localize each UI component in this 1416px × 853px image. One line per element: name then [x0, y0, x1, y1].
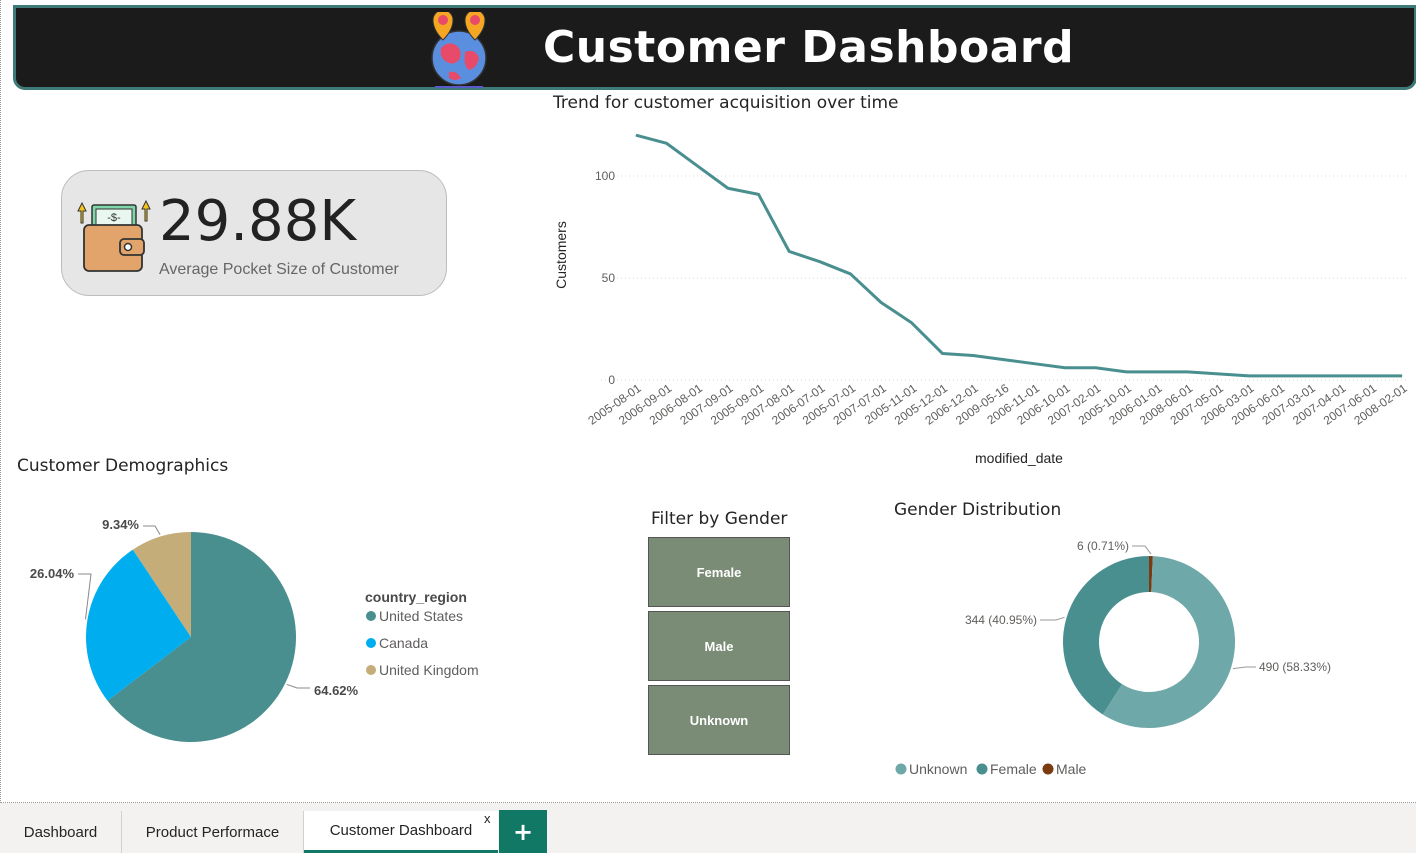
tab-customer-dashboard[interactable]: Customer Dashboard	[304, 811, 498, 853]
line-chart-svg: 0501002005-08-012006-09-012006-08-012007…	[553, 133, 1410, 466]
globe-location-pins-icon	[431, 12, 487, 88]
slicer-option-unknown[interactable]: Unknown	[648, 685, 790, 755]
legend-marker	[895, 763, 907, 775]
page-tab-bar: Dashboard Product Performace Customer Da…	[0, 803, 1416, 853]
add-page-button[interactable]: +	[499, 810, 547, 853]
pie-chart-visual[interactable]: 64.62% 26.04% 9.34% country_region United St…	[1, 490, 541, 760]
data-point	[1156, 371, 1158, 373]
series-line	[635, 133, 1402, 378]
kpi-label: Average Pocket Size of Customer	[159, 261, 399, 278]
legend-label: Unknown	[909, 761, 967, 777]
legend-marker	[366, 611, 376, 621]
data-point	[1340, 375, 1342, 377]
data-point	[1033, 363, 1035, 365]
data-point	[911, 322, 913, 324]
legend-marker	[366, 638, 376, 648]
wallet-money-icon: -$-	[77, 199, 151, 272]
data-point	[1370, 375, 1372, 377]
y-tick-label: 100	[595, 169, 615, 183]
data-point	[1217, 373, 1219, 375]
slicer-option-female[interactable]: Female	[648, 537, 790, 607]
donut-chart-svg: 6 (0.71%) 490 (58.33%) 344 (40.95%) Unknown…	[895, 539, 1331, 777]
leader-line	[1232, 666, 1256, 670]
legend-label: Female	[990, 761, 1037, 777]
slicer-option-male[interactable]: Male	[648, 611, 790, 681]
legend-label: Male	[1056, 761, 1087, 777]
data-point	[788, 250, 790, 252]
data-label: 64.62%	[314, 683, 359, 698]
kpi-value: 29.88K	[159, 189, 357, 254]
legend-label: United States	[379, 608, 463, 624]
data-point	[1401, 375, 1403, 377]
data-point	[1309, 375, 1311, 377]
data-point	[758, 193, 760, 195]
gender-slicer: Filter by Gender Female Male Unknown	[641, 505, 801, 765]
demographics-title: Customer Demographics	[17, 456, 229, 476]
data-point	[1003, 359, 1005, 361]
report-canvas: Customer Dashboard -$- 29.88K Average Po…	[0, 0, 1416, 803]
legend-marker	[366, 665, 376, 675]
slicer-title: Filter by Gender	[651, 509, 788, 529]
data-point	[696, 165, 698, 167]
close-tab-icon[interactable]: x	[484, 811, 491, 826]
svg-text:-$-: -$-	[107, 212, 121, 224]
leader-line	[286, 683, 310, 689]
data-label: 26.04%	[30, 566, 75, 581]
tab-product-performance[interactable]: Product Performace	[122, 811, 303, 853]
data-point	[849, 273, 851, 275]
data-point	[1278, 375, 1280, 377]
leader-line	[143, 525, 161, 535]
data-label: 344 (40.95%)	[965, 613, 1037, 627]
line-chart-visual[interactable]: Trend for customer acquisition over time…	[541, 90, 1416, 470]
data-point	[880, 301, 882, 303]
data-point	[666, 142, 668, 144]
page-title: Customer Dashboard	[543, 22, 1075, 73]
tab-dashboard[interactable]: Dashboard	[0, 811, 121, 853]
kpi-card[interactable]: -$- 29.88K Average Pocket Size of Custom…	[61, 170, 447, 296]
data-point	[1125, 371, 1127, 373]
pie-chart-svg: 64.62% 26.04% 9.34% country_region United St…	[30, 517, 479, 742]
legend-title: country_region	[365, 589, 467, 605]
legend-marker	[976, 763, 988, 775]
leader-line	[1040, 616, 1065, 621]
data-point	[941, 352, 943, 354]
y-tick-label: 50	[602, 271, 616, 285]
y-tick-label: 0	[608, 373, 615, 387]
data-point	[819, 261, 821, 263]
data-point	[1095, 367, 1097, 369]
leader-line	[1132, 545, 1152, 555]
data-label: 9.34%	[102, 517, 139, 532]
legend-marker	[1042, 763, 1054, 775]
legend-label: United Kingdom	[379, 662, 479, 678]
data-point	[635, 134, 637, 136]
donut-chart-visual[interactable]: Gender Distribution 6 (0.71%) 490 (58.33%…	[881, 495, 1416, 790]
y-axis-label: Customers	[553, 221, 569, 289]
data-point	[1187, 371, 1189, 373]
header-banner: Customer Dashboard	[13, 5, 1416, 90]
legend-label: Canada	[379, 635, 428, 651]
x-axis-label: modified_date	[975, 450, 1063, 466]
data-label: 490 (58.33%)	[1259, 660, 1331, 674]
data-point	[972, 355, 974, 357]
data-point	[727, 187, 729, 189]
data-label: 6 (0.71%)	[1077, 539, 1129, 553]
data-point	[1248, 375, 1250, 377]
data-point	[1064, 367, 1066, 369]
